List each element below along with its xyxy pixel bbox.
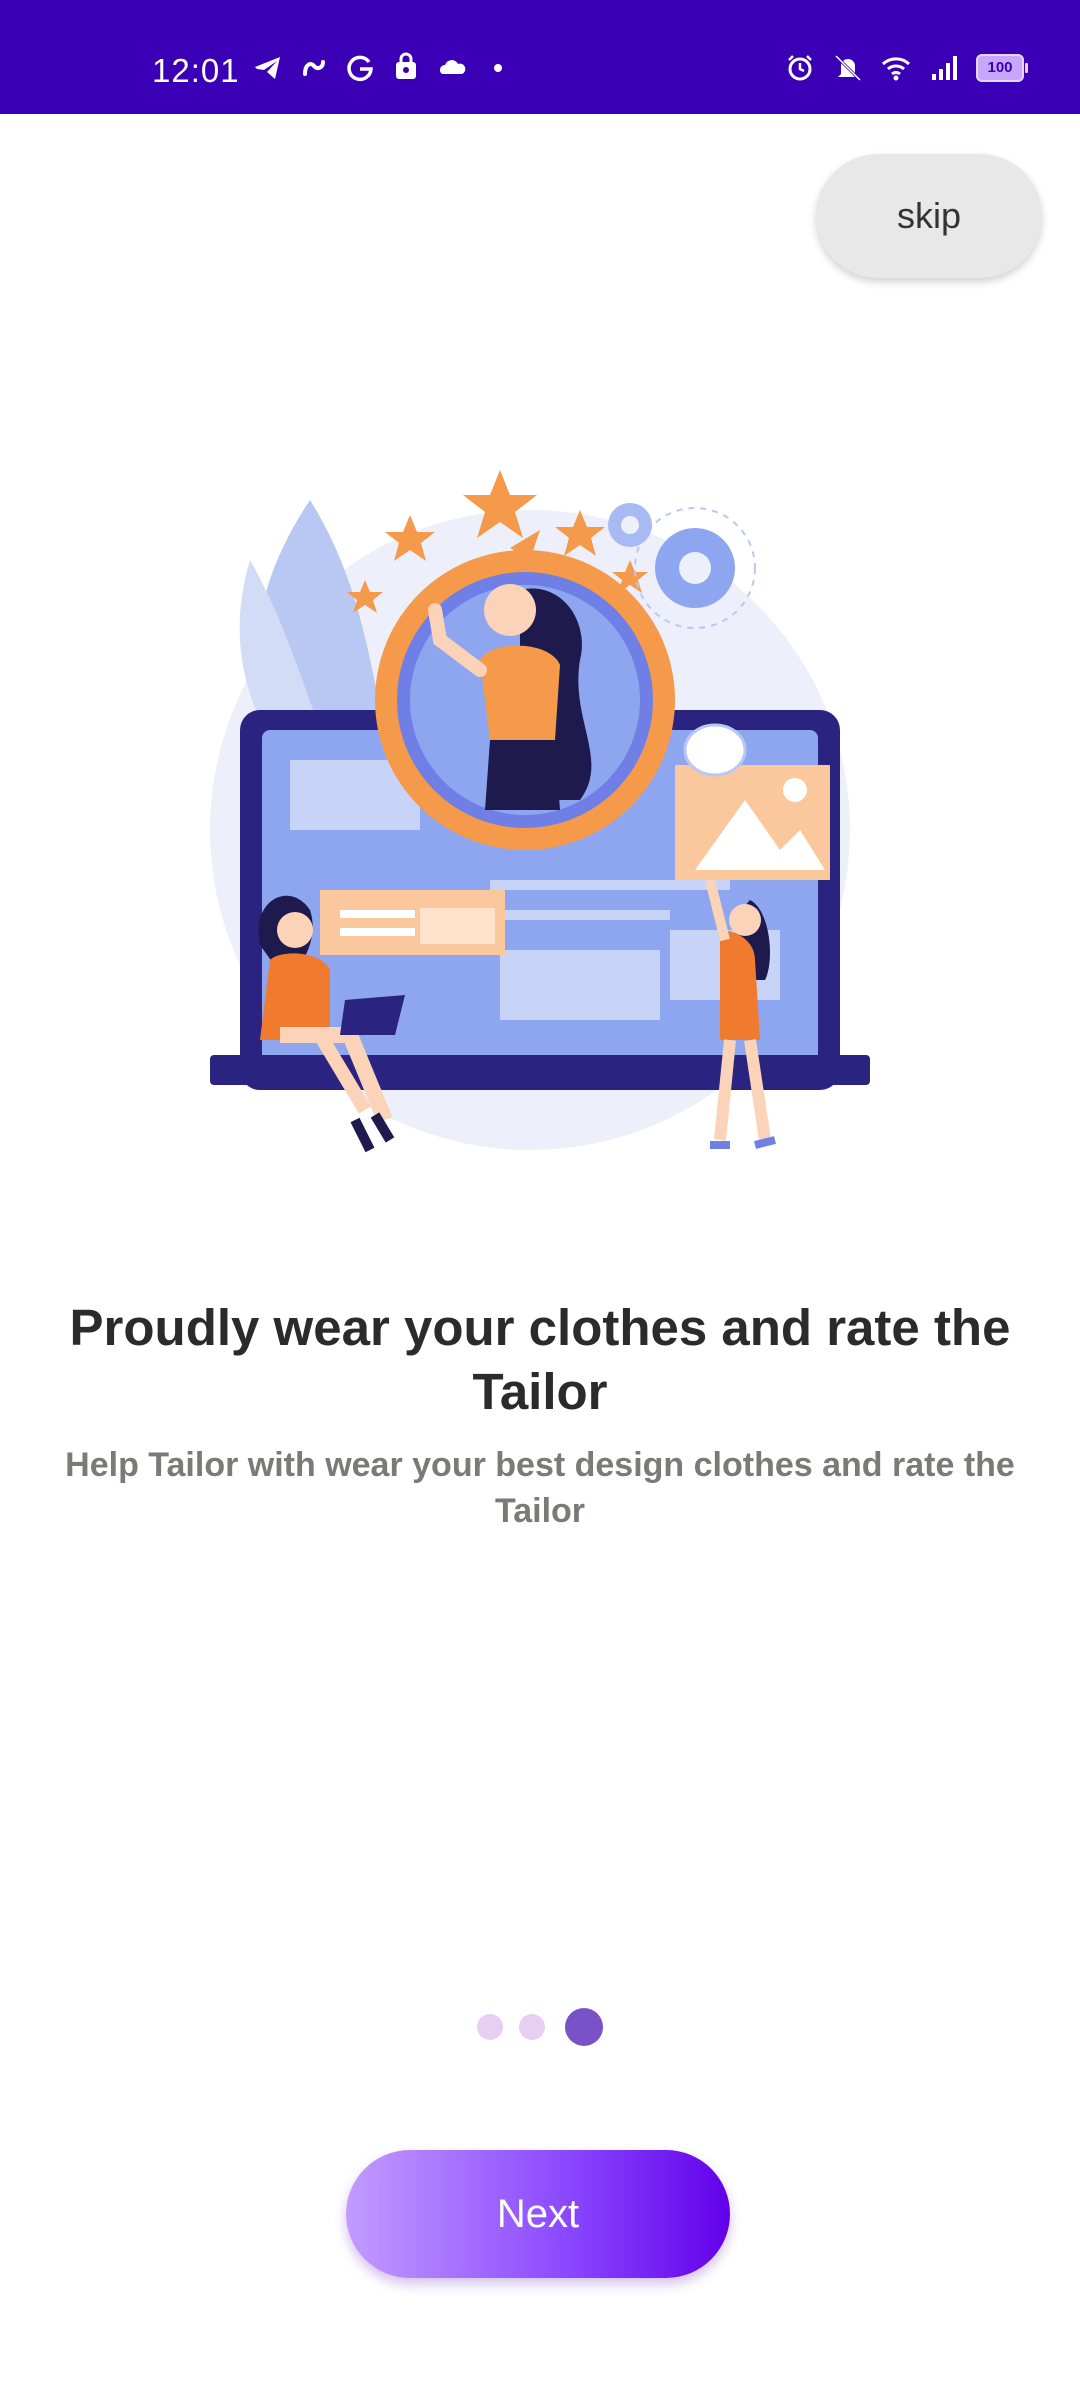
mute-icon	[834, 54, 862, 82]
page-dot-3-active[interactable]	[565, 2008, 603, 2046]
status-time: 12:01	[152, 52, 240, 89]
cloud-icon	[440, 60, 466, 74]
next-button[interactable]: Next	[346, 2150, 730, 2278]
onboarding-title: Proudly wear your clothes and rate the T…	[69, 1299, 1011, 1420]
page-indicator	[0, 2008, 1080, 2046]
battery-icon: 100	[976, 54, 1028, 82]
shopping-bag-icon	[396, 52, 416, 79]
notification-icons	[252, 52, 514, 84]
google-icon	[347, 55, 373, 82]
skip-button[interactable]: skip	[816, 154, 1042, 278]
onboarding-illustration	[210, 470, 870, 1153]
page-dot-1[interactable]	[477, 2014, 503, 2040]
wifi-icon	[881, 57, 911, 81]
brand-s-icon	[303, 60, 325, 76]
system-icons: 100	[784, 52, 1028, 84]
page-dot-2[interactable]	[519, 2014, 545, 2040]
signal-icon	[932, 56, 957, 80]
telegram-icon	[255, 57, 280, 79]
alarm-icon	[788, 55, 812, 81]
onboarding-subtitle: Help Tailor with wear your best design c…	[65, 1446, 1015, 1530]
status-bar: 12:01 100	[0, 0, 1080, 114]
dot-icon	[494, 64, 502, 72]
